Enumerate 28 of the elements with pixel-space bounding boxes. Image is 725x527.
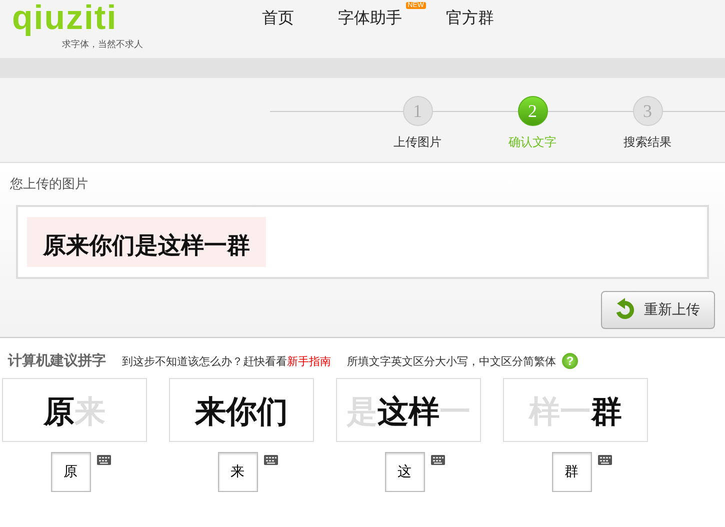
nav-link[interactable]: 首页 (262, 8, 294, 29)
guide-link[interactable]: 新手指南 (287, 354, 331, 368)
step-label: 搜索结果 (624, 134, 672, 151)
character-field[interactable]: 原 (50, 452, 90, 492)
uploaded-image-text: 原来你们是这样一群 (27, 217, 266, 267)
step-number: 2 (518, 96, 548, 126)
keyboard-icon[interactable] (430, 454, 444, 465)
step-label: 确认文字 (508, 134, 556, 151)
character-field[interactable]: 来 (218, 452, 258, 492)
crop-character: 群 (591, 393, 622, 431)
crop-character: 原 (44, 393, 74, 431)
crop-character: 来你们 (195, 393, 288, 431)
keyboard-icon[interactable] (264, 454, 278, 465)
keyboard-icon[interactable] (96, 454, 110, 465)
character-field[interactable]: 这 (384, 452, 424, 492)
character-field[interactable]: 群 (552, 452, 592, 492)
step-number: 1 (402, 96, 432, 126)
tagline: 求字体，当然不求人 (62, 38, 143, 51)
hint-text: 所填文字英文区分大小写，中文区分简繁体 (347, 354, 556, 368)
crop-character: 这样 (378, 393, 440, 431)
reupload-button[interactable]: 重新上传 (601, 291, 715, 329)
step-number: 3 (632, 96, 662, 126)
step-label: 上传图片 (394, 134, 442, 151)
nav-link[interactable]: 官方群 (446, 8, 494, 29)
keyboard-icon[interactable] (598, 454, 612, 465)
section-title: 计算机建议拼字 (8, 352, 106, 370)
section-title: 您上传的图片 (10, 176, 89, 193)
hint-text: 到这步不知道该怎么办？赶快看看新手指南 (122, 354, 331, 368)
